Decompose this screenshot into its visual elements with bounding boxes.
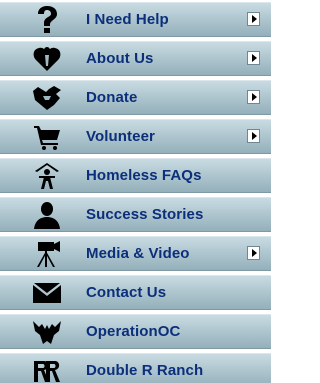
menu-item-label: Double R Ranch bbox=[86, 362, 204, 379]
menu-item-double-r-ranch[interactable]: Double R Ranch bbox=[0, 353, 271, 383]
person-silhouette-icon bbox=[32, 201, 62, 229]
menu-item-media-video[interactable]: Media & Video bbox=[0, 236, 271, 271]
menu-item-label: Volunteer bbox=[86, 128, 155, 145]
eagle-icon bbox=[32, 318, 62, 346]
menu-item-label: Media & Video bbox=[86, 245, 190, 262]
submenu-arrow-icon[interactable] bbox=[247, 51, 260, 65]
menu-item-label: Contact Us bbox=[86, 284, 167, 301]
menu-item-i-need-help[interactable]: I Need Help bbox=[0, 2, 271, 37]
helping-hand-icon bbox=[32, 84, 62, 112]
question-mark-icon bbox=[32, 6, 62, 34]
menu-item-label: I Need Help bbox=[86, 11, 169, 28]
menu-item-contact-us[interactable]: Contact Us bbox=[0, 275, 271, 310]
cart-icon bbox=[32, 123, 62, 151]
menu-item-label: OperationOC bbox=[86, 323, 181, 340]
menu-item-success-stories[interactable]: Success Stories bbox=[0, 197, 271, 232]
side-menu: I Need Help About Us Donate Volunteer Ho… bbox=[0, 0, 271, 383]
menu-item-about-us[interactable]: About Us bbox=[0, 41, 271, 76]
submenu-arrow-icon[interactable] bbox=[247, 12, 260, 26]
menu-item-label: Success Stories bbox=[86, 206, 204, 223]
menu-item-label: About Us bbox=[86, 50, 154, 67]
rr-logo-icon bbox=[32, 357, 62, 383]
menu-item-label: Homeless FAQs bbox=[86, 167, 202, 184]
menu-item-label: Donate bbox=[86, 89, 138, 106]
menu-item-donate[interactable]: Donate bbox=[0, 80, 271, 115]
heart-icon bbox=[32, 45, 62, 73]
menu-item-homeless-faqs[interactable]: Homeless FAQs bbox=[0, 158, 271, 193]
video-camera-icon bbox=[32, 240, 62, 268]
submenu-arrow-icon[interactable] bbox=[247, 246, 260, 260]
menu-item-operationoc[interactable]: OperationOC bbox=[0, 314, 271, 349]
submenu-arrow-icon[interactable] bbox=[247, 90, 260, 104]
menu-item-volunteer[interactable]: Volunteer bbox=[0, 119, 271, 154]
homeless-person-icon bbox=[32, 162, 62, 190]
envelope-icon bbox=[32, 279, 62, 307]
submenu-arrow-icon[interactable] bbox=[247, 129, 260, 143]
